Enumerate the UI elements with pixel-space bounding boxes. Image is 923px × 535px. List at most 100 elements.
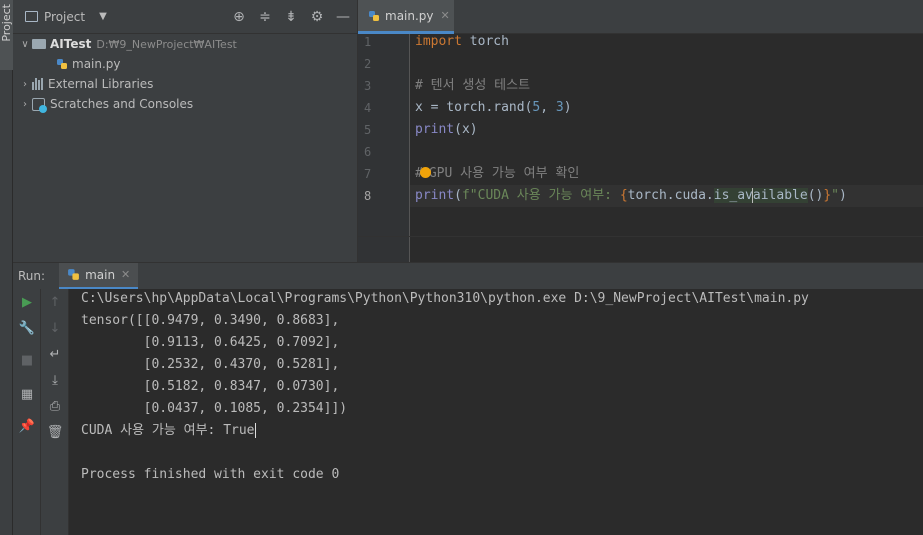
- code-text: x = torch.rand(: [415, 100, 533, 115]
- line-number-gutter: 1 2 3 4 5 6 7 8: [358, 34, 410, 236]
- wrench-icon[interactable]: 🔧: [18, 319, 36, 337]
- code-line-current: print(f"CUDA 사용 가능 여부: {torch.cuda.is_av…: [410, 185, 923, 207]
- console-line: [0.0437, 0.1085, 0.2354]]): [81, 401, 348, 416]
- chevron-right-icon[interactable]: ›: [18, 79, 32, 90]
- tree-item-label: main.py: [72, 57, 121, 71]
- line-number: 8: [364, 189, 372, 203]
- tree-item-label: Scratches and Consoles: [50, 97, 194, 111]
- run-icon[interactable]: ▶: [18, 293, 36, 311]
- project-header-icons: ⊕ ≑ ⇟ ⚙ —: [231, 0, 351, 34]
- expand-all-icon[interactable]: ≑: [257, 9, 273, 25]
- chevron-right-icon[interactable]: ›: [18, 99, 32, 110]
- tree-item-label: AITest: [50, 37, 92, 51]
- code-comment: GPU 사용 가능 여부 확인: [428, 166, 580, 181]
- python-file-icon: [57, 59, 67, 69]
- code-editor[interactable]: import torch # 텐서 생성 테스트 x = torch.rand(…: [410, 31, 923, 236]
- code-keyword: import: [415, 34, 462, 49]
- python-file-icon: [369, 10, 379, 21]
- console-line: [0.5182, 0.8347, 0.0730],: [81, 379, 340, 394]
- code-brace: }: [823, 188, 832, 203]
- line-number: 5: [364, 123, 372, 137]
- run-toolbar-primary: ▶ 🔧 ■ ▦ 📌: [13, 289, 41, 535]
- line-number: 6: [364, 145, 372, 159]
- scratches-icon: [32, 97, 47, 113]
- editor-area: main.py ✕ 1 2 3 4 5 6 7 8 import torch #…: [358, 0, 923, 263]
- console-line: [0.9113, 0.6425, 0.7092],: [81, 335, 340, 350]
- code-number: 3: [555, 100, 564, 115]
- stop-icon[interactable]: ■: [18, 351, 36, 369]
- run-label: Run:: [18, 269, 46, 283]
- project-panel-title[interactable]: Project: [44, 10, 85, 24]
- editor-tab-main-py[interactable]: main.py ✕: [358, 0, 454, 34]
- line-number: 3: [364, 79, 372, 93]
- console-line-result: CUDA 사용 가능 여부: True: [81, 420, 256, 442]
- code-highlight: is_av: [713, 188, 753, 203]
- console-line: tensor([[0.9479, 0.3490, 0.8683],: [81, 313, 340, 328]
- console-line: Process finished with exit code 0: [81, 467, 340, 482]
- tree-item-label: External Libraries: [48, 77, 154, 91]
- editor-tab-bar: main.py ✕: [358, 0, 923, 34]
- text-cursor: [254, 423, 256, 438]
- code-line: # GPU 사용 가능 여부 확인: [410, 163, 923, 185]
- minimize-icon[interactable]: —: [335, 9, 351, 25]
- tree-item-main-py[interactable]: main.py: [13, 54, 357, 74]
- tree-item-scratches[interactable]: › Scratches and Consoles: [13, 94, 357, 114]
- line-number: 7: [364, 167, 372, 181]
- down-arrow-icon[interactable]: ↓: [46, 319, 64, 337]
- code-text: ): [563, 100, 572, 115]
- code-string: f"CUDA 사용 가능 여부:: [461, 188, 620, 203]
- tree-item-aitest[interactable]: ∨ AITest D:₩9_NewProject₩AITest: [13, 34, 357, 54]
- scroll-to-end-icon[interactable]: ⤓: [46, 371, 64, 389]
- code-line: x = torch.rand(5, 3): [410, 97, 923, 119]
- folder-icon: [32, 39, 46, 49]
- code-text: ): [839, 188, 847, 203]
- code-text: torch: [461, 34, 509, 49]
- code-text: torch.cuda.: [627, 188, 714, 203]
- line-number: 4: [364, 101, 372, 115]
- project-folder-icon: [25, 11, 38, 22]
- run-toolbar-secondary: ↑ ↓ ↵ ⤓ ⎙ 🗑: [41, 289, 69, 535]
- chevron-down-icon[interactable]: ▼: [99, 11, 107, 22]
- gear-icon[interactable]: ⚙: [309, 9, 325, 25]
- run-console[interactable]: C:\Users\hp\AppData\Local\Programs\Pytho…: [69, 289, 923, 535]
- code-builtin: print: [415, 188, 455, 203]
- code-highlight: ailable: [752, 188, 808, 203]
- up-arrow-icon[interactable]: ↑: [46, 293, 64, 311]
- project-tool-tab-label: Project: [0, 4, 13, 42]
- code-text: (: [454, 188, 462, 203]
- code-line: import torch: [410, 31, 923, 53]
- lightbulb-icon[interactable]: [419, 167, 431, 178]
- tree-item-path: D:₩9_NewProject₩AITest: [96, 37, 237, 51]
- chevron-down-icon[interactable]: ∨: [18, 39, 32, 50]
- layout-icon[interactable]: ▦: [18, 385, 36, 403]
- gutter-bottom: [358, 237, 410, 263]
- print-icon[interactable]: ⎙: [46, 397, 64, 415]
- code-builtin: print: [415, 122, 455, 137]
- line-number: 1: [364, 35, 372, 49]
- trash-icon[interactable]: 🗑: [46, 423, 64, 441]
- project-tool-tab[interactable]: Project: [0, 0, 13, 70]
- code-line: print(x): [410, 119, 923, 141]
- code-text: ,: [540, 100, 556, 115]
- code-text: (x): [454, 122, 478, 137]
- editor-bottom-area: [358, 236, 923, 263]
- code-brace: {: [619, 188, 628, 203]
- run-tab-main[interactable]: main ✕: [59, 262, 139, 290]
- code-string: ": [831, 188, 839, 203]
- code-line: # 텐서 생성 테스트: [410, 75, 923, 97]
- library-icon: [32, 78, 43, 90]
- locate-icon[interactable]: ⊕: [231, 9, 247, 25]
- pin-icon[interactable]: 📌: [18, 417, 36, 435]
- tree-item-external-libraries[interactable]: › External Libraries: [13, 74, 357, 94]
- project-panel-header: Project ▼ ⊕ ≑ ⇟ ⚙ —: [13, 0, 357, 34]
- python-icon: [68, 269, 79, 280]
- close-icon[interactable]: ✕: [121, 268, 130, 281]
- close-icon[interactable]: ✕: [441, 9, 450, 22]
- project-tree: ∨ AITest D:₩9_NewProject₩AITest main.py …: [13, 34, 357, 114]
- soft-wrap-icon[interactable]: ↵: [46, 345, 64, 363]
- run-tab-label: main: [85, 267, 116, 282]
- console-line-text: CUDA 사용 가능 여부: True: [81, 423, 255, 438]
- collapse-all-icon[interactable]: ⇟: [283, 9, 299, 25]
- run-window-header: Run: main ✕: [13, 262, 923, 290]
- console-line: C:\Users\hp\AppData\Local\Programs\Pytho…: [81, 291, 809, 306]
